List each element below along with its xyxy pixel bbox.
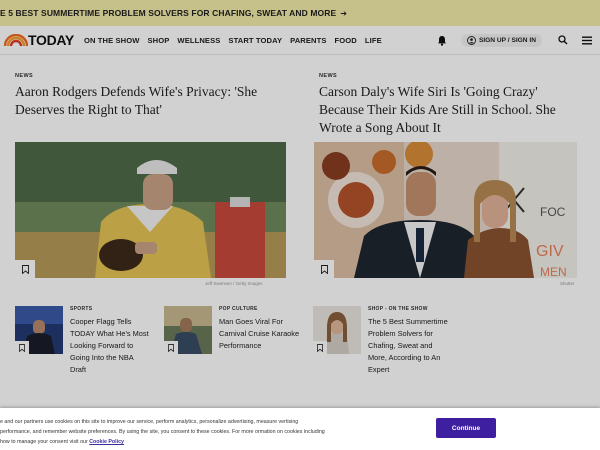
photo-credit: Shutter — [560, 281, 575, 286]
consent-message: e and our partners use cookies on this s… — [0, 417, 330, 447]
story-text: SHOP - ON THE SHOW The 5 Best Summertime… — [368, 306, 450, 376]
user-icon — [467, 35, 476, 45]
logo-wordmark: TODAY — [28, 32, 74, 48]
nav-actions: SIGN UP / SIGN IN — [437, 26, 592, 54]
story-thumbnail[interactable] — [313, 306, 361, 354]
nav-link-shop[interactable]: SHOP — [148, 36, 170, 45]
story-category: SHOP - ON THE SHOW — [368, 306, 428, 312]
nav-link-food[interactable]: FOOD — [335, 36, 357, 45]
signin-label: SIGN UP / SIGN IN — [478, 36, 536, 44]
bookmark-icon[interactable] — [313, 341, 327, 354]
bell-icon[interactable] — [437, 35, 447, 46]
story-card-shop[interactable]: SHOP - ON THE SHOW The 5 Best Summertime… — [313, 306, 453, 401]
featured-article-rodgers[interactable]: NEWS Aaron Rodgers Defends Wife's Privac… — [15, 73, 295, 119]
nav-link-life[interactable]: LIFE — [365, 36, 382, 45]
search-icon[interactable] — [558, 35, 568, 45]
featured-article-daly[interactable]: NEWS Carson Daly's Wife Siri Is 'Going C… — [319, 73, 584, 137]
sign-text-men: MEN — [540, 265, 567, 278]
story-category: POP CULTURE — [219, 306, 258, 312]
sign-text-give: GIV — [536, 243, 564, 260]
bookmark-icon[interactable] — [164, 341, 178, 354]
continue-button[interactable]: Continue — [436, 418, 496, 438]
article-headline[interactable]: Aaron Rodgers Defends Wife's Privacy: 'S… — [15, 83, 280, 119]
hamburger-menu-icon[interactable] — [582, 36, 592, 45]
story-text: SPORTS Cooper Flagg Tells TODAY What He'… — [70, 306, 150, 376]
nav-links: ON THE SHOW SHOP WELLNESS START TODAY PA… — [84, 36, 390, 45]
article-category: NEWS — [15, 73, 34, 79]
story-text: POP CULTURE Man Goes Viral For Carnival … — [219, 306, 301, 352]
story-card-karaoke[interactable]: POP CULTURE Man Goes Viral For Carnival … — [164, 306, 304, 396]
story-category: SPORTS — [70, 306, 93, 312]
story-title[interactable]: The 5 Best Summertime Problem Solvers fo… — [368, 316, 450, 376]
bookmark-icon[interactable] — [15, 341, 29, 354]
nav-link-start-today[interactable]: START TODAY — [228, 36, 282, 45]
nav-link-parents[interactable]: PARENTS — [290, 36, 326, 45]
promo-text: E 5 BEST SUMMERTIME PROBLEM SOLVERS FOR … — [0, 8, 337, 18]
promo-banner[interactable]: E 5 BEST SUMMERTIME PROBLEM SOLVERS FOR … — [0, 0, 600, 26]
article-category: NEWS — [319, 73, 338, 79]
article-headline[interactable]: Carson Daly's Wife Siri Is 'Going Crazy'… — [319, 83, 584, 137]
story-title[interactable]: Man Goes Viral For Carnival Cruise Karao… — [219, 316, 301, 352]
story-title[interactable]: Cooper Flagg Tells TODAY What He's Most … — [70, 316, 150, 376]
bookmark-icon[interactable] — [314, 260, 334, 278]
arrow-right-icon: ➔ — [340, 8, 348, 18]
bookmark-icon[interactable] — [15, 260, 35, 278]
today-logo[interactable]: TODAY — [4, 32, 74, 48]
cookie-consent-banner: e and our partners use cookies on this s… — [0, 408, 600, 450]
rainbow-logo-icon — [4, 33, 28, 46]
story-thumbnail[interactable] — [15, 306, 63, 354]
story-card-flagg[interactable]: SPORTS Cooper Flagg Tells TODAY What He'… — [15, 306, 155, 396]
main-nav: TODAY ON THE SHOW SHOP WELLNESS START TO… — [0, 26, 600, 55]
article-image-rodgers[interactable] — [15, 142, 286, 278]
nav-link-on-the-show[interactable]: ON THE SHOW — [84, 36, 140, 45]
article-image-daly[interactable]: FOC GIV MEN — [314, 142, 577, 278]
consent-text: e and our partners use cookies on this s… — [0, 419, 325, 445]
signin-button[interactable]: SIGN UP / SIGN IN — [460, 33, 542, 47]
sign-text-food: FOC — [540, 205, 566, 219]
photo-credit: Jeff Swensen / Getty Images — [205, 281, 263, 286]
story-thumbnail[interactable] — [164, 306, 212, 354]
cookie-policy-link[interactable]: Cookie Policy — [89, 439, 124, 445]
nav-link-wellness[interactable]: WELLNESS — [177, 36, 220, 45]
